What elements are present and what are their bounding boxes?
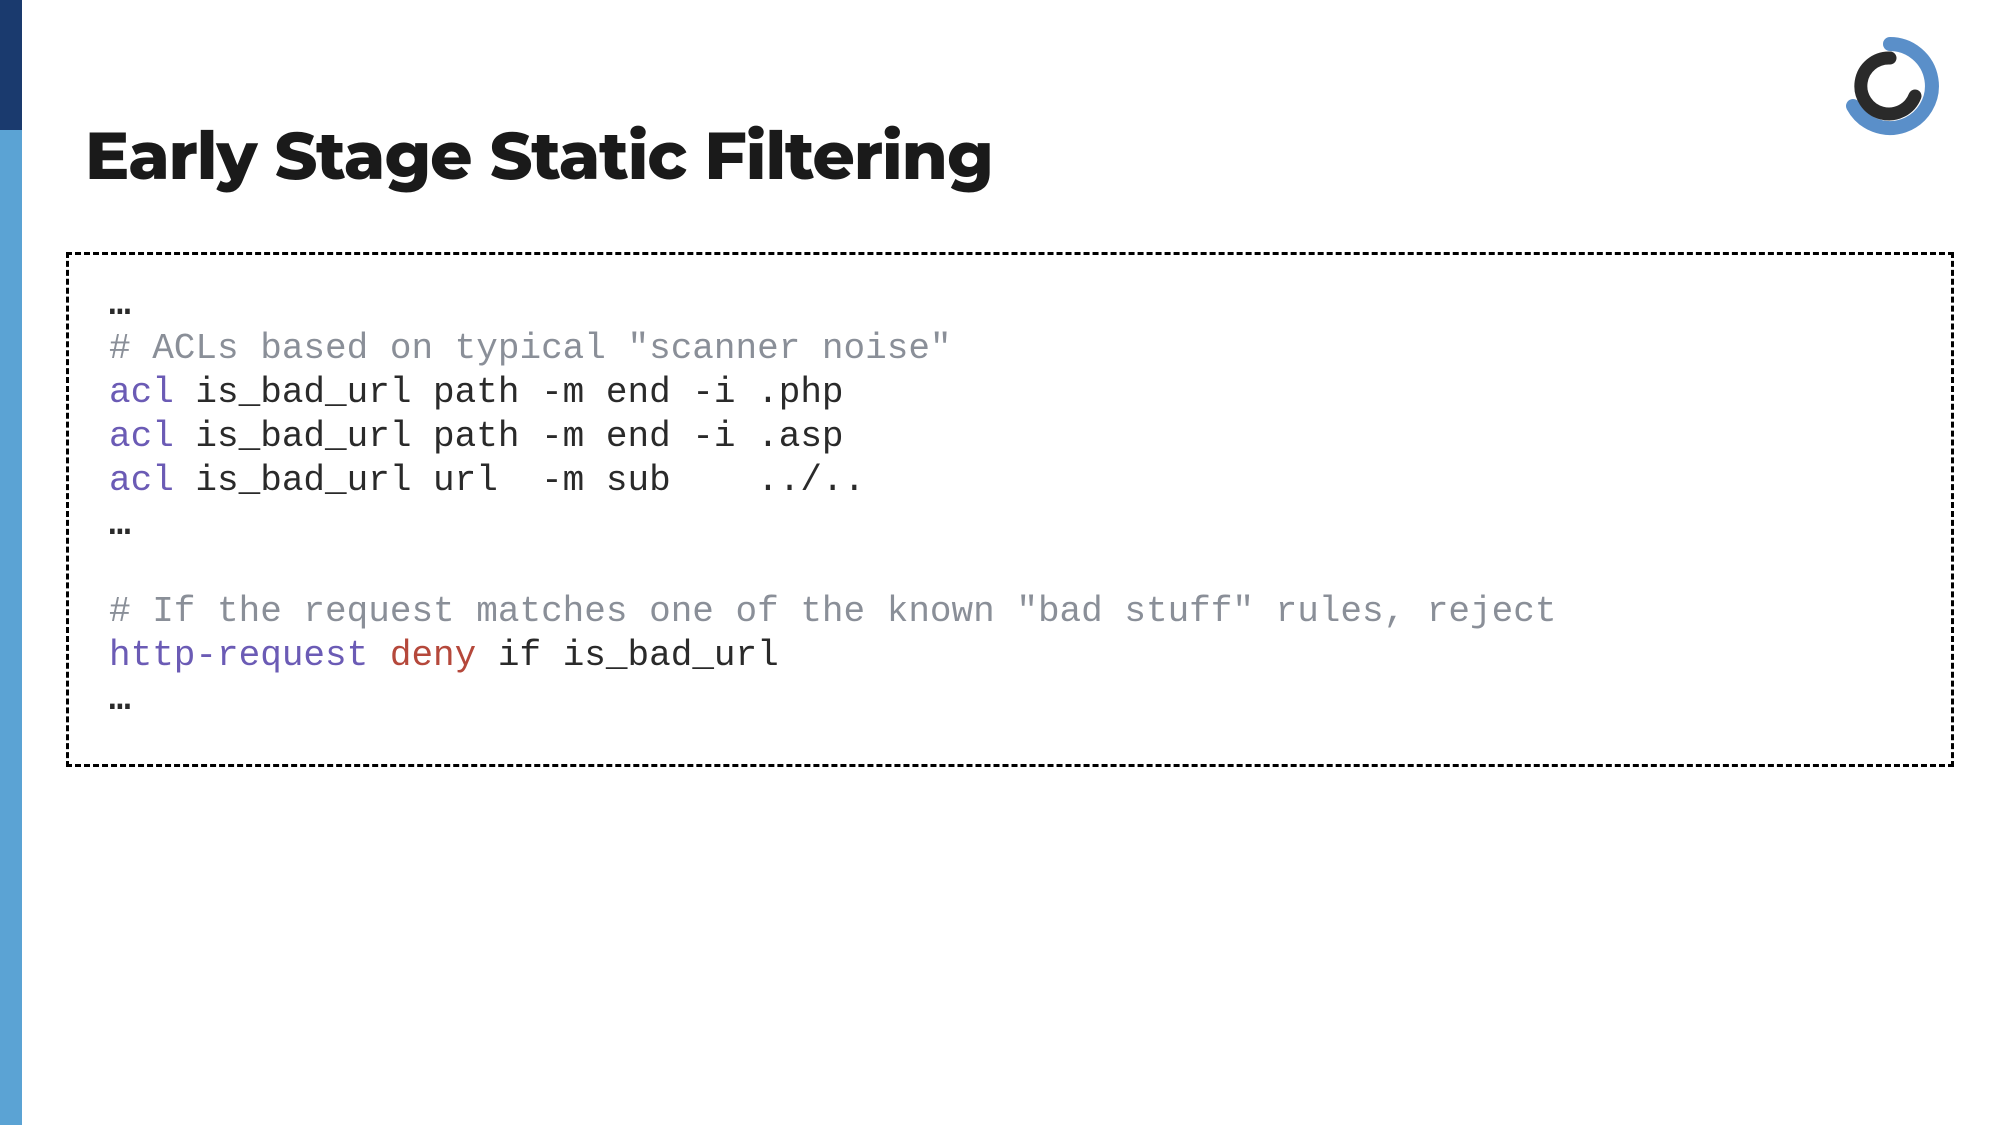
code-keyword-http-request: http-request — [109, 635, 368, 676]
code-keyword-acl: acl — [109, 460, 174, 501]
code-comment: # ACLs based on typical "scanner noise" — [109, 328, 952, 369]
code-ellipsis: … — [109, 679, 131, 720]
side-accent-light — [0, 130, 22, 1125]
code-keyword-deny: deny — [368, 635, 476, 676]
code-ellipsis: … — [109, 504, 131, 545]
code-ellipsis: … — [109, 284, 131, 325]
code-keyword-acl: acl — [109, 416, 174, 457]
haproxy-logo-icon — [1840, 36, 1940, 136]
code-text: is_bad_url path -m end -i .asp — [174, 416, 844, 457]
code-text: is_bad_url path -m end -i .php — [174, 372, 844, 413]
side-accent-dark — [0, 0, 22, 130]
code-text: is_bad_url url -m sub ../.. — [174, 460, 865, 501]
slide-title: Early Stage Static Filtering — [85, 115, 993, 196]
code-text: if is_bad_url — [476, 635, 778, 676]
code-keyword-acl: acl — [109, 372, 174, 413]
code-block: … # ACLs based on typical "scanner noise… — [66, 252, 1954, 767]
code-comment: # If the request matches one of the know… — [109, 591, 1556, 632]
